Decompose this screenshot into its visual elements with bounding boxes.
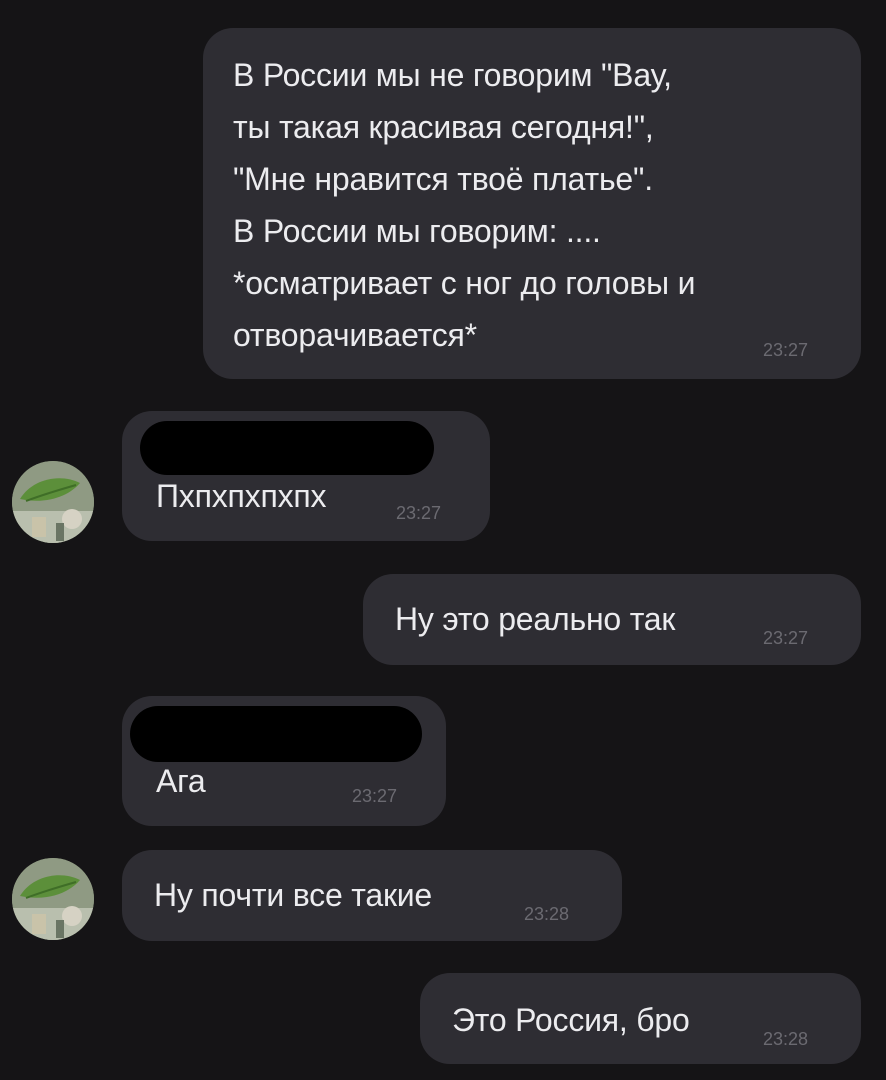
- message-text-line: В России мы не говорим "Вау,: [233, 57, 672, 93]
- message-text: Ну это реально так: [395, 601, 676, 637]
- message-text: Пхпхпхпхпх: [156, 478, 327, 514]
- message-bubble-outgoing[interactable]: Это Россия, бро 23:28: [420, 973, 861, 1064]
- avatar-image: [12, 461, 94, 543]
- message-text-line: отворачивается*: [233, 317, 477, 353]
- message-timestamp: 23:28: [524, 904, 570, 924]
- message-bubble-outgoing[interactable]: В России мы не говорим "Вау, ты такая кр…: [203, 28, 861, 379]
- message-text-line: В России мы говорим: ....: [233, 213, 601, 249]
- message-text: Ага: [156, 763, 206, 799]
- message-bubble-incoming[interactable]: Ну почти все такие 23:28: [122, 850, 622, 941]
- avatar-image: [12, 858, 94, 940]
- message-bubble-incoming[interactable]: Пхпхпхпхпх 23:27: [122, 411, 490, 541]
- message-timestamp: 23:27: [352, 786, 398, 806]
- contact-avatar[interactable]: [12, 461, 94, 543]
- redacted-sender-name: [130, 706, 422, 762]
- message-bubble-outgoing[interactable]: Ну это реально так 23:27: [363, 574, 861, 665]
- message-timestamp: 23:27: [763, 340, 809, 360]
- message-timestamp: 23:27: [763, 628, 809, 648]
- contact-avatar[interactable]: [12, 858, 94, 940]
- message-text: Это Россия, бро: [452, 1002, 690, 1038]
- message-text-line: *осматривает с ног до головы и: [233, 265, 696, 301]
- message-text-line: "Мне нравится твоё платье".: [233, 161, 653, 197]
- message-timestamp: 23:28: [763, 1029, 809, 1049]
- message-text: Ну почти все такие: [154, 877, 433, 913]
- redacted-sender-name: [140, 421, 434, 475]
- message-timestamp: 23:27: [396, 503, 442, 523]
- message-text-line: ты такая красивая сегодня!",: [233, 109, 654, 145]
- message-bubble-incoming[interactable]: Ага 23:27: [122, 696, 446, 826]
